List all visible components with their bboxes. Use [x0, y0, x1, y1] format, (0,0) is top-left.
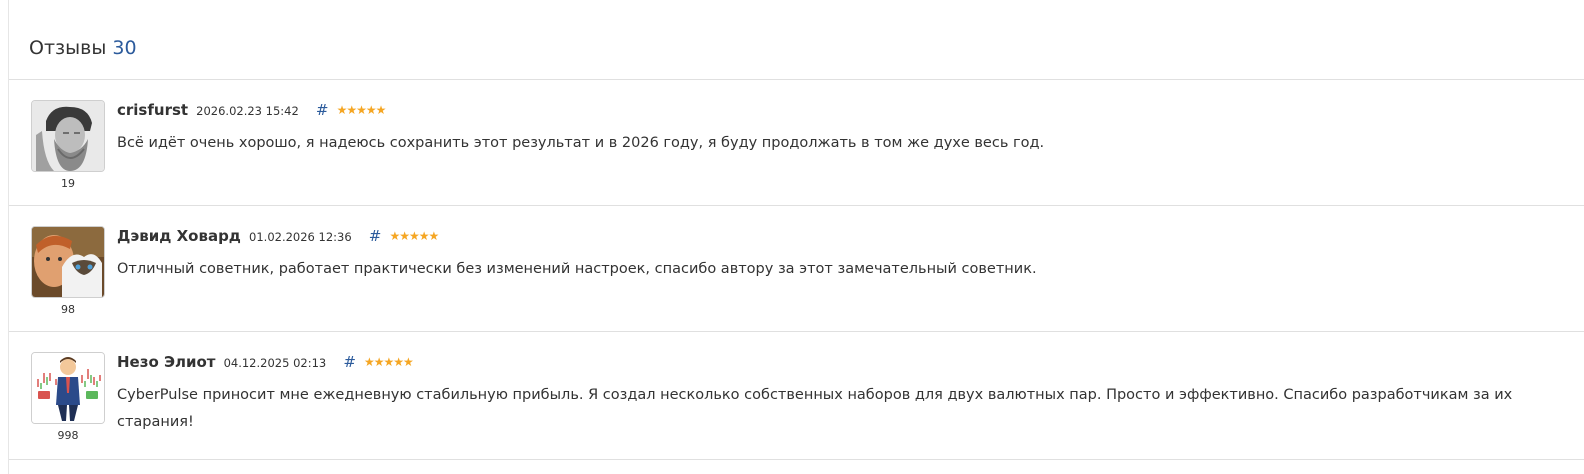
star-rating-icon: ★★★★★	[336, 103, 387, 117]
portrait-sketch-avatar[interactable]	[31, 100, 105, 172]
star-rating-icon: ★★★★★	[389, 229, 439, 243]
review-item: 19 crisfurst 2026.02.23 15:42 # ★★★★★ Вс…	[9, 80, 1584, 206]
author-rating: 19	[61, 177, 75, 190]
reviews-header: Отзывы 30	[9, 0, 1584, 80]
review-permalink[interactable]: #	[343, 353, 356, 371]
review-date: 01.02.2026 12:36	[249, 230, 352, 244]
review-text: CyberPulse приносит мне ежедневную стаби…	[117, 387, 1513, 430]
review-date: 2026.02.23 15:42	[196, 104, 299, 118]
review-text: Всё идёт очень хорошо, я надеюсь сохрани…	[117, 135, 1045, 151]
review-content: Дэвид Ховард 01.02.2026 12:36 # ★★★★★ От…	[117, 226, 1554, 283]
review-permalink[interactable]: #	[369, 227, 382, 245]
star-rating-icon: ★★★★★	[364, 355, 414, 369]
author-link[interactable]: Дэвид Ховард	[117, 227, 241, 245]
review-meta: Незо Элиот 04.12.2025 02:13 # ★★★★★	[117, 352, 1554, 374]
review-content: Незо Элиот 04.12.2025 02:13 # ★★★★★ Cybe…	[117, 352, 1554, 436]
portrait-sketch-avatar-image	[32, 101, 104, 171]
author-rating: 98	[61, 303, 75, 316]
review-item: 998 Незо Элиот 04.12.2025 02:13 # ★★★★★ …	[9, 332, 1584, 460]
trader-cartoon-avatar[interactable]	[31, 352, 105, 424]
review-author-card: 998	[31, 352, 105, 443]
man-with-cat-avatar-image	[32, 227, 104, 297]
author-link[interactable]: crisfurst	[117, 101, 188, 119]
review-meta: Дэвид Ховард 01.02.2026 12:36 # ★★★★★	[117, 226, 1554, 248]
trader-cartoon-avatar-image	[32, 353, 104, 423]
reviews-count: 30	[112, 37, 137, 59]
review-content: crisfurst 2026.02.23 15:42 # ★★★★★ Всё и…	[117, 100, 1554, 157]
review-meta: crisfurst 2026.02.23 15:42 # ★★★★★	[117, 100, 1554, 122]
review-text: Отличный советник, работает практически …	[117, 261, 1037, 277]
author-link[interactable]: Незо Элиот	[117, 353, 215, 371]
review-author-card: 19	[31, 100, 105, 191]
review-date: 04.12.2025 02:13	[223, 356, 327, 370]
review-item: 98 Дэвид Ховард 01.02.2026 12:36 # ★★★★★…	[9, 206, 1584, 332]
man-with-cat-avatar[interactable]	[31, 226, 105, 298]
author-rating: 998	[57, 429, 79, 442]
reviews-panel: Отзывы 30 19 crisfurst 2026.02.23 15:42 …	[8, 0, 1584, 474]
review-permalink[interactable]: #	[316, 101, 329, 119]
review-author-card: 98	[31, 226, 105, 317]
reviews-title: Отзывы	[29, 37, 107, 59]
